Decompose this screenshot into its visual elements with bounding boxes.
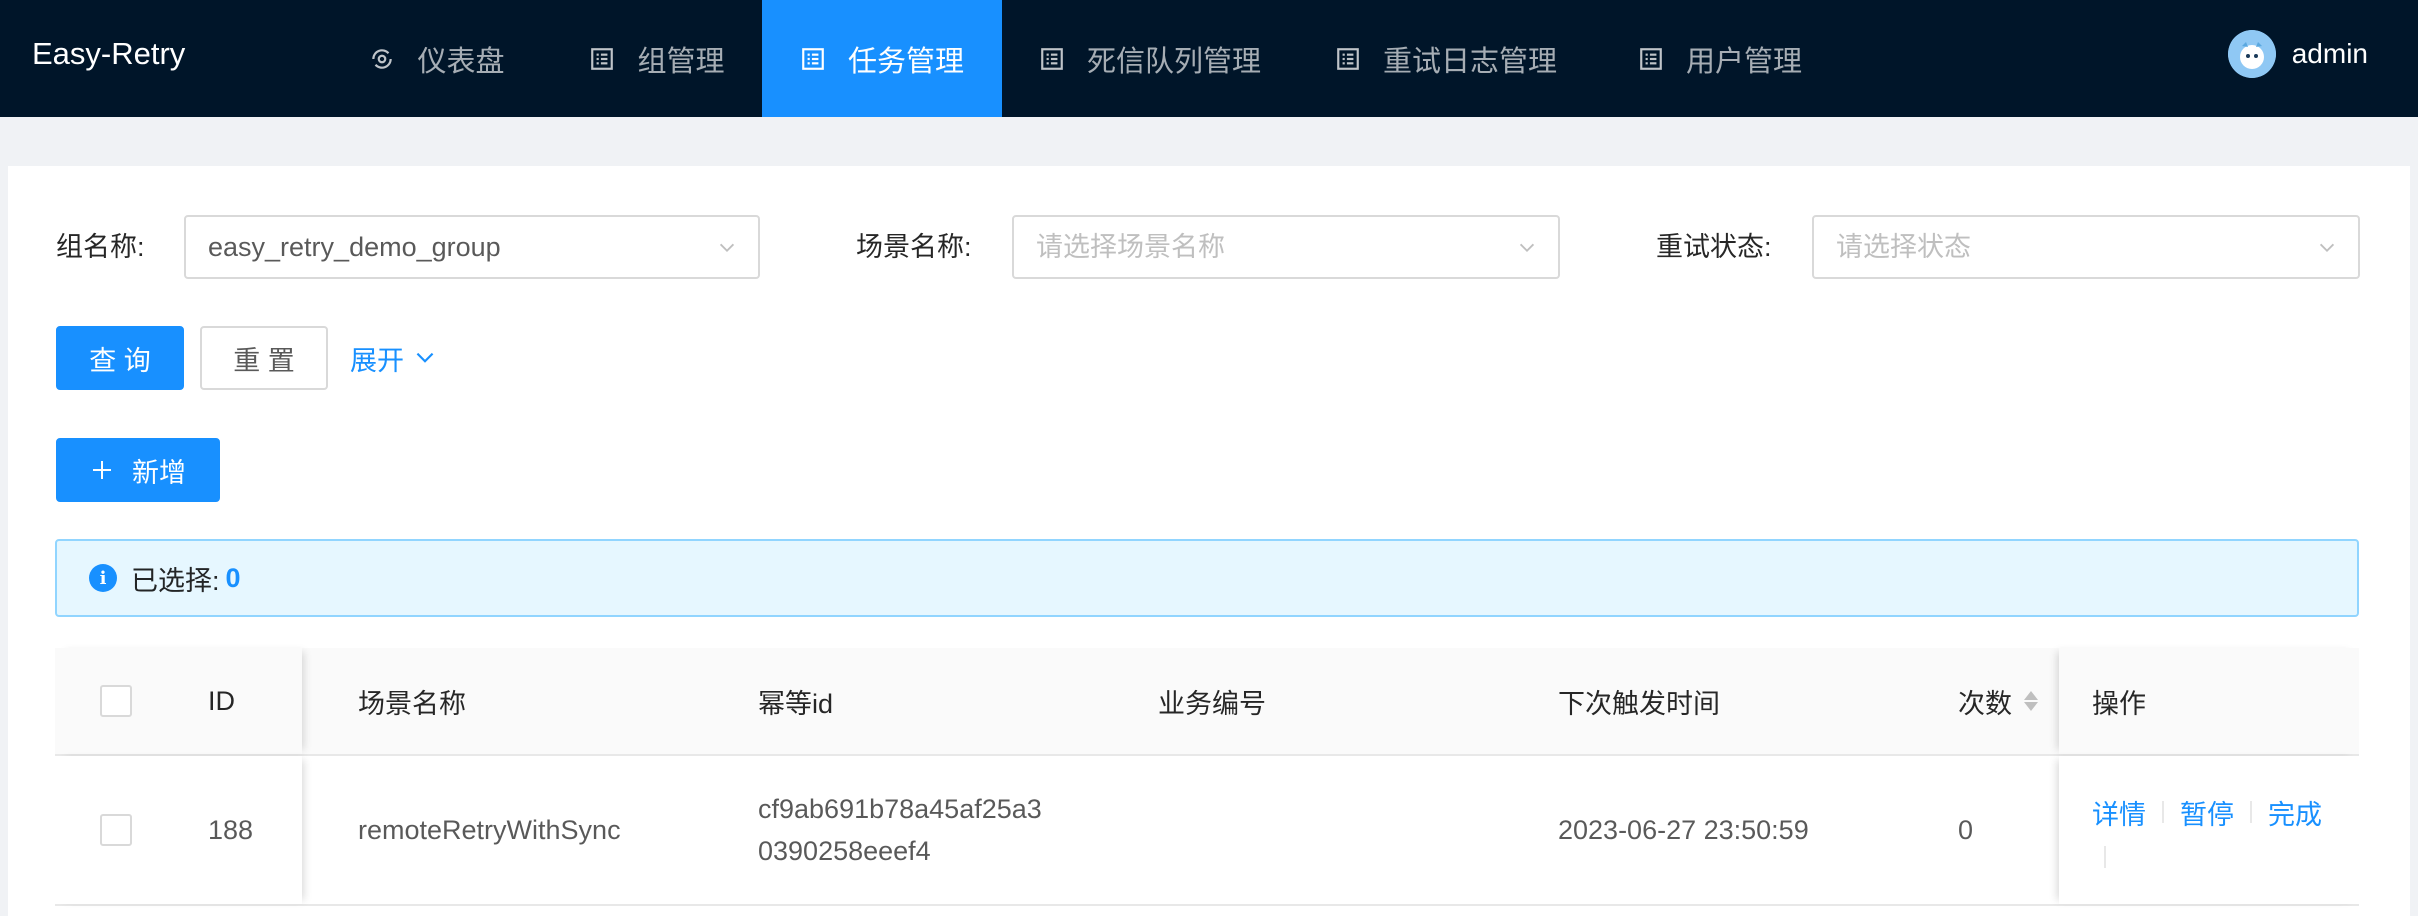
list-icon xyxy=(1039,46,1065,72)
top-navbar: Easy-Retry 仪表盘 组管理 任务管理 死信队列管理 重试日志管理 用户… xyxy=(0,0,2418,117)
nav-label: 死信队列管理 xyxy=(1086,45,1261,78)
detail-link[interactable]: 详情 xyxy=(2092,793,2146,832)
add-button-label: 新增 xyxy=(132,457,186,488)
nav-item-tasks[interactable]: 任务管理 xyxy=(762,0,1002,117)
nav-label: 组管理 xyxy=(637,45,725,78)
fixed-right-header: 操作 xyxy=(2059,648,2359,754)
fixed-left-cell: 188 xyxy=(55,756,302,904)
table-header: ID 场景名称 幂等id 业务编号 下次触发时间 次数 操作 xyxy=(55,648,2359,756)
reset-button[interactable]: 重 置 xyxy=(200,326,328,390)
fixed-right-cell: 详情 暂停 完成 xyxy=(2059,756,2359,904)
select-all-checkbox[interactable] xyxy=(100,685,132,717)
alert-label: 已选择: xyxy=(131,565,220,596)
row-checkbox[interactable] xyxy=(100,814,132,846)
col-idempotent: 幂等id xyxy=(758,688,834,719)
list-icon xyxy=(1335,46,1361,72)
col-count[interactable]: 次数 xyxy=(1958,648,2038,754)
row-select-cell xyxy=(100,756,132,904)
list-icon xyxy=(800,46,826,72)
list-icon xyxy=(589,46,615,72)
chevron-down-icon xyxy=(416,352,434,363)
select-all-cell xyxy=(100,648,132,754)
selection-alert: i 已选择: 0 xyxy=(55,539,2359,617)
nav-item-users[interactable]: 用户管理 xyxy=(1620,0,1820,117)
status-select[interactable]: 请选择状态 xyxy=(1812,215,2360,279)
chevron-down-icon xyxy=(719,243,735,253)
col-next-trigger: 下次触发时间 xyxy=(1558,688,1720,719)
row-idempotent-line1: cf9ab691b78a45af25a3 xyxy=(758,794,1042,824)
divider xyxy=(2104,845,2106,868)
pause-link[interactable]: 暂停 xyxy=(2180,793,2234,832)
user-menu[interactable]: admin xyxy=(2227,0,2368,108)
row-idempotent-line2: 0390258eeef4 xyxy=(758,836,931,866)
nav-item-retry-log[interactable]: 重试日志管理 xyxy=(1326,0,1566,117)
status-select-placeholder: 请选择状态 xyxy=(1836,232,1971,262)
expand-label: 展开 xyxy=(350,345,404,376)
expand-link[interactable]: 展开 xyxy=(350,326,438,390)
row-actions: 详情 暂停 完成 xyxy=(2092,756,2322,904)
chevron-down-icon xyxy=(1519,243,1535,253)
query-button[interactable]: 查 询 xyxy=(56,326,184,390)
col-id: ID xyxy=(208,685,235,716)
col-actions: 操作 xyxy=(2092,688,2146,719)
table-row: 188 remoteRetryWithSync cf9ab691b78a45af… xyxy=(55,756,2359,906)
list-icon xyxy=(1638,46,1664,72)
fixed-left-header: ID xyxy=(55,648,302,754)
sort-icon[interactable] xyxy=(2024,691,2038,711)
group-select[interactable]: easy_retry_demo_group xyxy=(184,215,760,279)
add-button[interactable]: 新增 xyxy=(56,438,220,502)
row-idempotent: cf9ab691b78a45af25a3 0390258eeef4 xyxy=(758,756,1042,904)
nav-item-dead-letter[interactable]: 死信队列管理 xyxy=(1030,0,1270,117)
nav-label: 任务管理 xyxy=(847,45,964,78)
chevron-down-icon xyxy=(2319,243,2335,253)
nav-label: 用户管理 xyxy=(1685,45,1802,78)
divider xyxy=(2250,801,2252,823)
row-count: 0 xyxy=(1958,814,1974,845)
plus-icon xyxy=(93,461,111,479)
avatar-icon xyxy=(2227,30,2276,78)
dashboard-icon xyxy=(369,46,395,72)
row-id: 188 xyxy=(208,814,254,845)
group-label: 组名称: xyxy=(56,232,145,262)
scene-label: 场景名称: xyxy=(856,232,972,262)
col-count-label: 次数 xyxy=(1958,688,2012,719)
row-scene: remoteRetryWithSync xyxy=(358,814,621,845)
info-icon: i xyxy=(89,564,117,592)
user-name: admin xyxy=(2291,38,2368,69)
nav-label: 仪表盘 xyxy=(417,45,505,78)
finish-link[interactable]: 完成 xyxy=(2268,793,2322,832)
selected-count: 0 xyxy=(225,562,241,593)
nav-item-dashboard[interactable]: 仪表盘 xyxy=(352,0,522,117)
scene-select[interactable]: 请选择场景名称 xyxy=(1012,215,1560,279)
scene-select-placeholder: 请选择场景名称 xyxy=(1036,232,1225,262)
nav-label: 重试日志管理 xyxy=(1382,45,1557,78)
col-biz-no: 业务编号 xyxy=(1158,688,1266,719)
col-scene: 场景名称 xyxy=(358,688,466,719)
row-next-trigger: 2023-06-27 23:50:59 xyxy=(1558,814,1809,845)
status-label: 重试状态: xyxy=(1656,232,1772,262)
app-logo[interactable]: Easy-Retry xyxy=(32,0,185,108)
divider xyxy=(2162,801,2164,823)
group-select-value: easy_retry_demo_group xyxy=(208,232,501,262)
nav-item-group[interactable]: 组管理 xyxy=(572,0,742,117)
